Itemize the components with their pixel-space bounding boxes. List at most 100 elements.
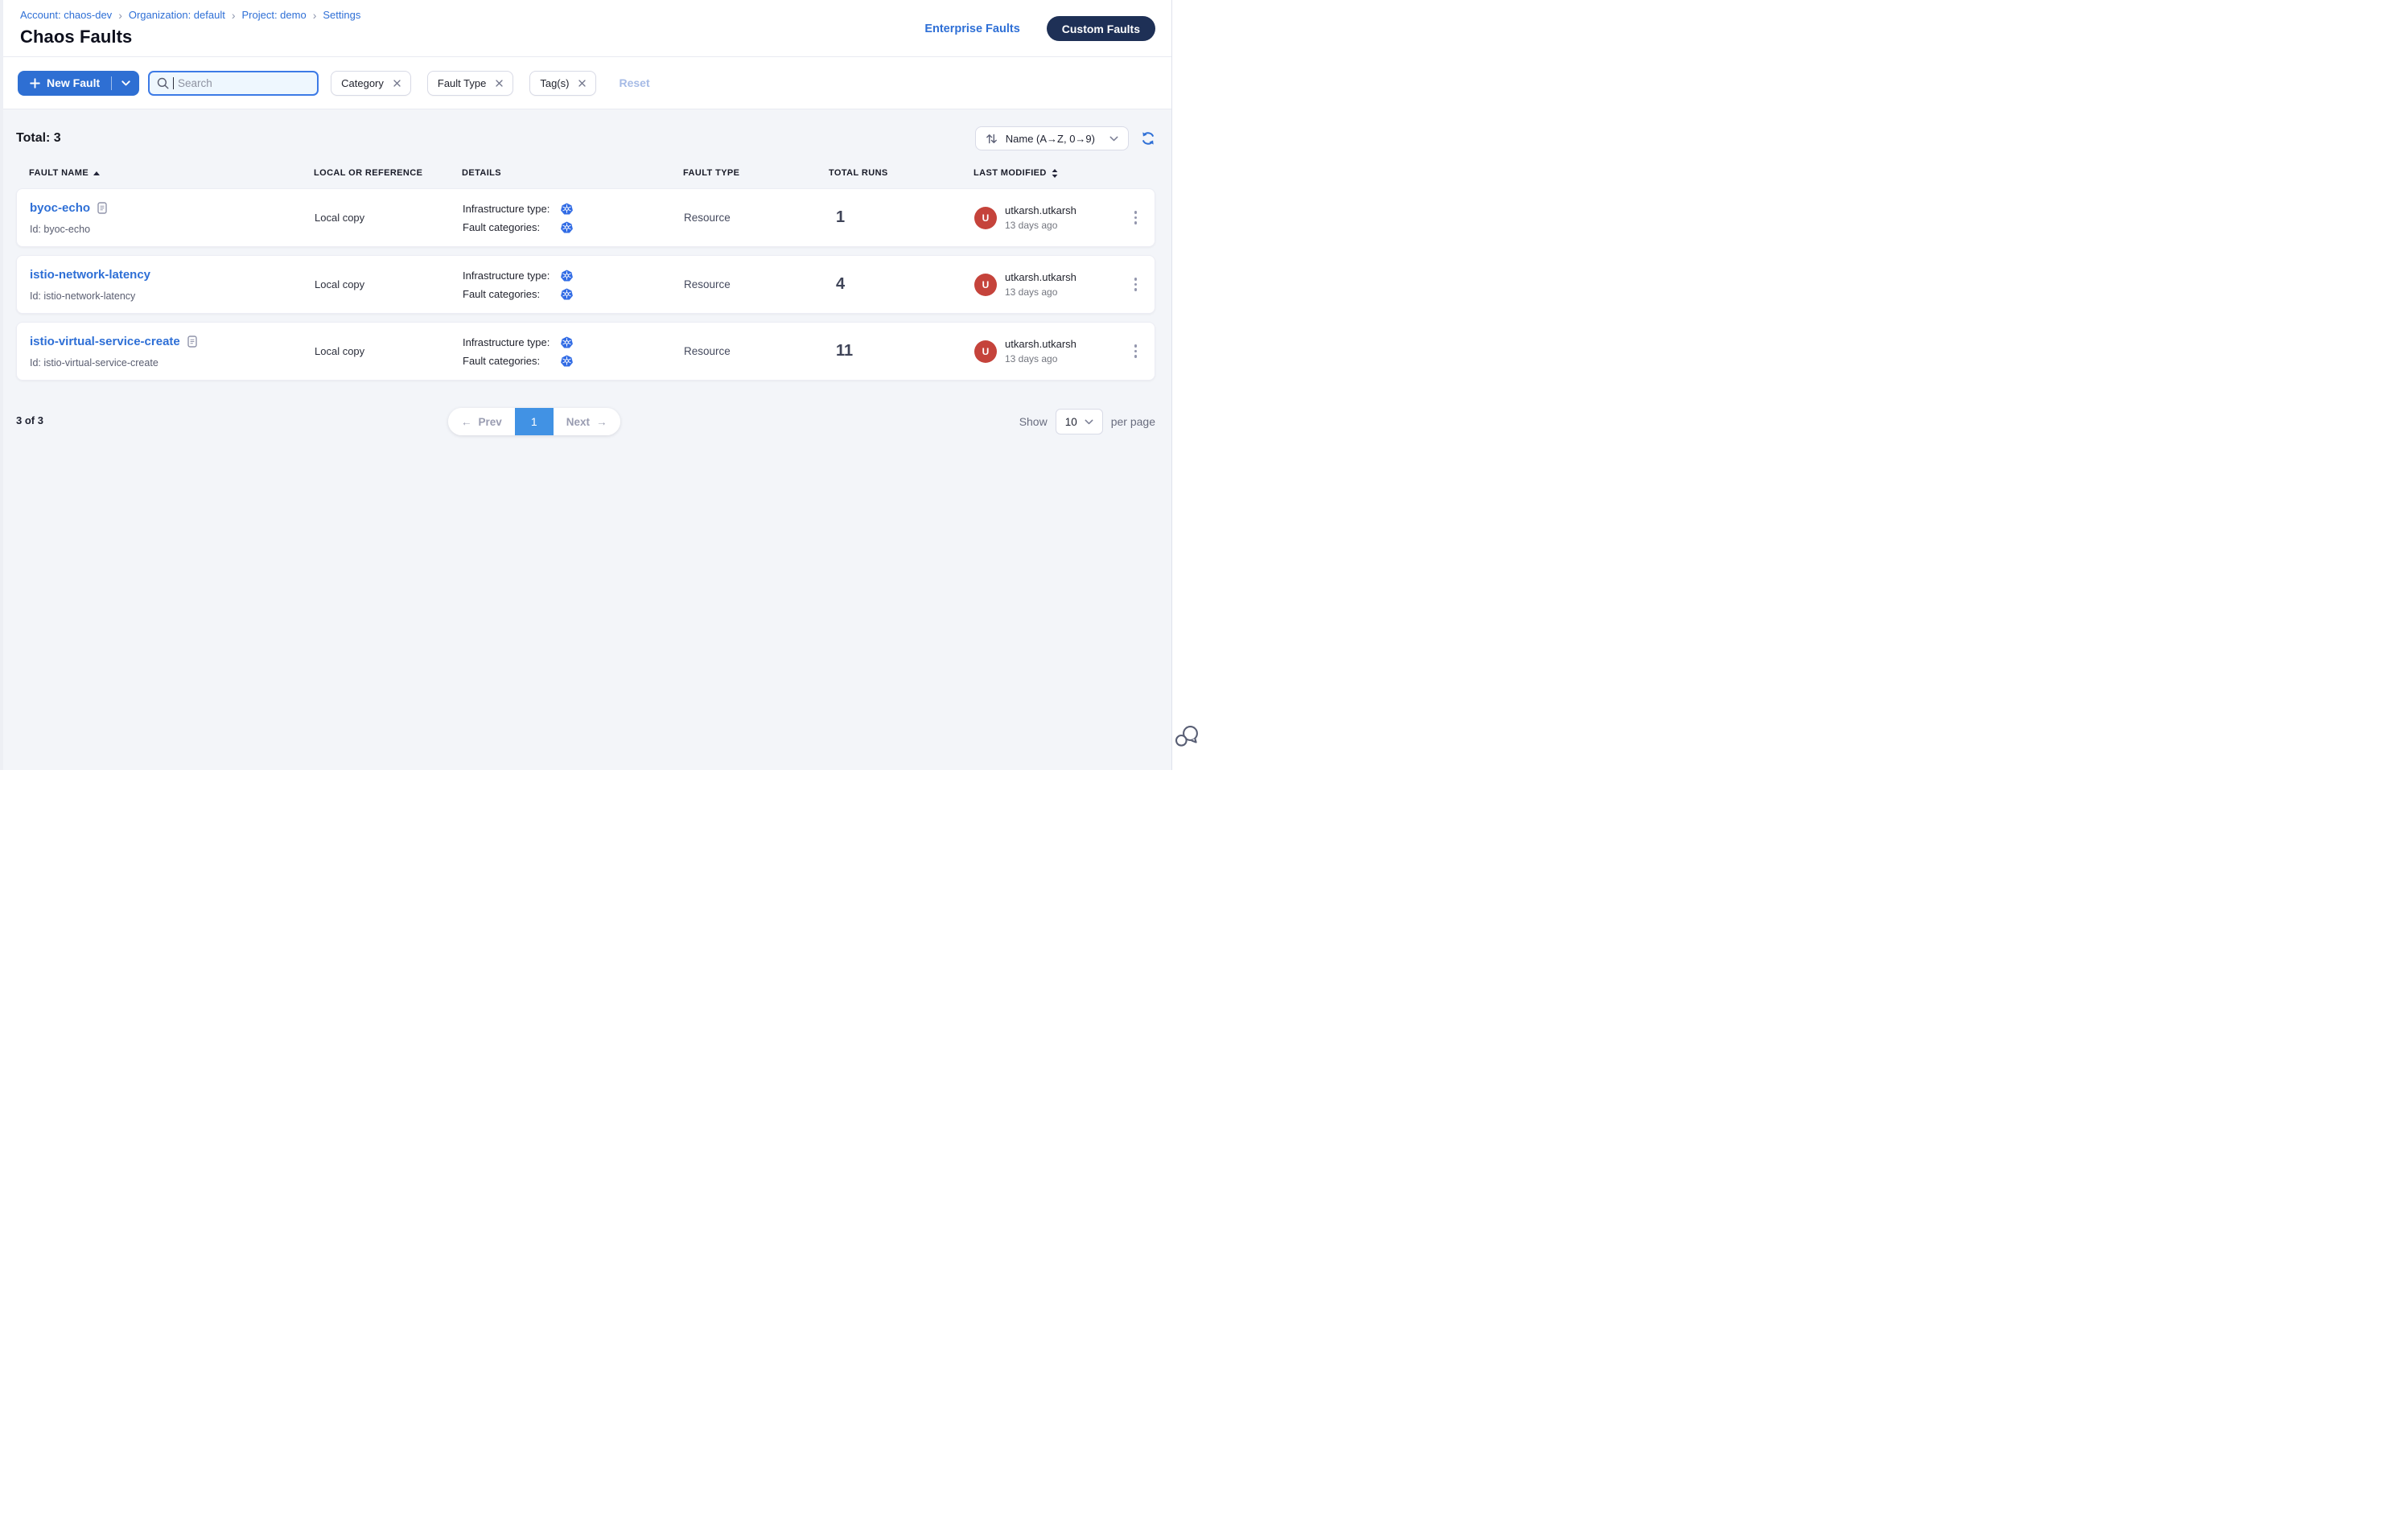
total-count: Total: 3	[16, 131, 61, 146]
pagination-range: 3 of 3	[16, 414, 43, 426]
enterprise-faults-link[interactable]: Enterprise Faults	[924, 23, 1019, 35]
new-fault-label: New Fault	[47, 76, 100, 89]
sort-asc-icon	[93, 171, 100, 175]
sort-dropdown[interactable]: Name (A→Z, 0→9)	[975, 126, 1129, 150]
page-size-select[interactable]: 10	[1056, 409, 1103, 434]
fault-categories-label: Fault categories:	[463, 355, 561, 367]
local-or-reference: Local copy	[315, 278, 463, 290]
total-runs: 1	[829, 208, 974, 227]
fault-type: Resource	[684, 212, 829, 224]
remove-filter-icon[interactable]	[393, 80, 401, 87]
show-label: Show	[1019, 415, 1048, 428]
kubernetes-icon	[561, 221, 573, 233]
modified-date: 13 days ago	[1005, 353, 1076, 364]
infrastructure-type-label: Infrastructure type:	[463, 336, 561, 348]
copy-id-icon[interactable]	[187, 336, 197, 348]
chat-support-icon[interactable]	[1174, 724, 1200, 749]
refresh-icon[interactable]	[1141, 131, 1155, 146]
collapsed-nav-strip	[0, 0, 3, 770]
fault-type: Resource	[684, 278, 829, 290]
chevron-down-icon[interactable]	[112, 71, 139, 96]
total-runs: 4	[829, 275, 974, 294]
kubernetes-icon	[561, 270, 573, 282]
arrow-right-icon: →	[596, 416, 607, 428]
page-title: Chaos Faults	[20, 27, 132, 47]
fault-list-section: Total: 3 Name (A→Z, 0→9) FAU	[0, 109, 1171, 770]
modified-date: 13 days ago	[1005, 286, 1076, 298]
per-page-label: per page	[1111, 415, 1155, 428]
modified-date: 13 days ago	[1005, 220, 1076, 231]
arrow-left-icon: ←	[461, 416, 472, 428]
breadcrumb-link[interactable]: Settings	[323, 9, 360, 21]
avatar: U	[974, 207, 997, 229]
filter-pill-fault-type[interactable]: Fault Type	[427, 71, 513, 96]
fault-name-link[interactable]: istio-virtual-service-create	[30, 335, 180, 348]
chevron-down-icon	[1109, 136, 1118, 142]
remove-filter-icon[interactable]	[496, 80, 503, 87]
local-or-reference: Local copy	[315, 345, 463, 357]
fault-categories-label: Fault categories:	[463, 288, 561, 300]
table-row[interactable]: istio-network-latency Id: istio-network-…	[16, 255, 1155, 314]
pagination: ← Prev 1 Next →	[448, 408, 620, 435]
column-header: TOTAL RUNS	[829, 168, 974, 178]
modified-by: utkarsh.utkarsh	[1005, 338, 1076, 350]
column-header[interactable]: LAST MODIFIED	[974, 168, 1113, 178]
page-header: Account: chaos-dev › Organization: default…	[0, 0, 1171, 57]
modified-by: utkarsh.utkarsh	[1005, 204, 1076, 216]
kubernetes-icon	[561, 288, 573, 300]
column-header: FAULT TYPE	[683, 168, 829, 178]
search-icon	[157, 77, 169, 89]
filter-pill-label: Tag(s)	[540, 77, 569, 89]
current-page[interactable]: 1	[515, 408, 554, 435]
kebab-menu-icon[interactable]	[1130, 274, 1142, 294]
filter-pill-label: Category	[341, 77, 384, 89]
column-header[interactable]: FAULT NAME	[29, 168, 314, 178]
kubernetes-icon	[561, 355, 573, 367]
filter-pill-category[interactable]: Category	[331, 71, 411, 96]
header-actions: Enterprise Faults Custom Faults	[924, 0, 1155, 57]
fault-id: Id: istio-virtual-service-create	[30, 357, 315, 369]
new-fault-button[interactable]: New Fault	[18, 71, 139, 96]
custom-faults-button[interactable]: Custom Faults	[1047, 16, 1155, 41]
search-box[interactable]	[148, 71, 319, 96]
kebab-menu-icon[interactable]	[1130, 341, 1142, 361]
modified-by: utkarsh.utkarsh	[1005, 271, 1076, 283]
right-rail	[1171, 0, 1202, 770]
infrastructure-type-label: Infrastructure type:	[463, 203, 561, 215]
breadcrumb-separator-icon: ›	[232, 10, 236, 21]
fault-type: Resource	[684, 345, 829, 357]
breadcrumb-separator-icon: ›	[118, 10, 122, 21]
fault-id: Id: byoc-echo	[30, 224, 315, 235]
breadcrumb-link[interactable]: Project: demo	[242, 9, 307, 21]
filter-pill-tag-s[interactable]: Tag(s)	[529, 71, 596, 96]
sort-label: Name (A→Z, 0→9)	[1006, 133, 1095, 145]
breadcrumb-link[interactable]: Account: chaos-dev	[20, 9, 112, 21]
fault-rows: byoc-echo Id: byoc-echo Local copy Infra…	[16, 188, 1155, 381]
prev-page-button[interactable]: ← Prev	[448, 408, 515, 435]
table-row[interactable]: byoc-echo Id: byoc-echo Local copy Infra…	[16, 188, 1155, 247]
copy-id-icon[interactable]	[97, 202, 107, 214]
fault-name-link[interactable]: byoc-echo	[30, 201, 90, 215]
toolbar: New Fault Category Fault Type Tag(s) Reset	[0, 57, 1171, 109]
fault-id: Id: istio-network-latency	[30, 290, 315, 302]
breadcrumb-separator-icon: ›	[313, 10, 317, 21]
total-runs: 11	[829, 342, 974, 360]
plus-icon	[30, 78, 40, 89]
chevron-down-icon	[1085, 419, 1093, 425]
next-page-button[interactable]: Next →	[554, 408, 620, 435]
kubernetes-icon	[561, 203, 573, 215]
breadcrumb-link[interactable]: Organization: default	[129, 9, 225, 21]
avatar: U	[974, 274, 997, 296]
breadcrumb: Account: chaos-dev › Organization: default…	[20, 9, 360, 21]
column-headers: FAULT NAMELOCAL OR REFERENCEDETAILSFAULT…	[16, 168, 1155, 178]
fault-categories-label: Fault categories:	[463, 221, 561, 233]
search-input[interactable]	[178, 77, 310, 89]
kebab-menu-icon[interactable]	[1130, 208, 1142, 228]
remove-filter-icon[interactable]	[578, 80, 586, 87]
filter-pill-label: Fault Type	[438, 77, 486, 89]
text-cursor	[173, 77, 174, 89]
kubernetes-icon	[561, 336, 573, 348]
reset-filters-link[interactable]: Reset	[619, 76, 649, 89]
fault-name-link[interactable]: istio-network-latency	[30, 268, 150, 282]
table-row[interactable]: istio-virtual-service-create Id: istio-v…	[16, 322, 1155, 381]
